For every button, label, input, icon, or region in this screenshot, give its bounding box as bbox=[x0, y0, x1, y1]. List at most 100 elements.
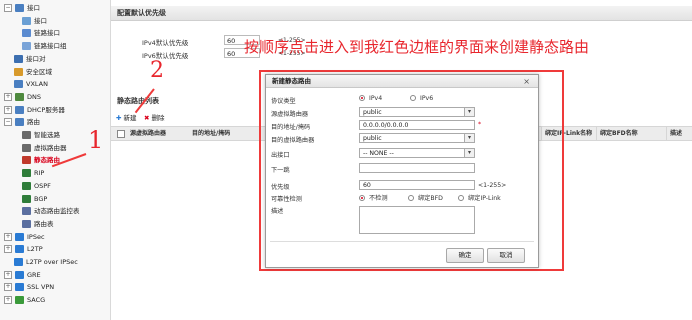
sidebar-item[interactable]: + SSL VPN bbox=[4, 282, 54, 292]
rip-icon bbox=[22, 169, 31, 178]
smart-route-icon bbox=[22, 131, 31, 139]
sidebar-item[interactable]: + SACG bbox=[4, 295, 45, 305]
interface-icon bbox=[22, 16, 31, 25]
l2tp-ipsec-icon bbox=[14, 258, 23, 266]
interface-pair-icon bbox=[14, 54, 23, 63]
col-bfd[interactable]: 绑定BFD名称 bbox=[596, 127, 655, 140]
description-textarea[interactable] bbox=[359, 206, 475, 234]
sidebar-item-label: DHCP服务器 bbox=[27, 105, 65, 114]
col-dest-mask[interactable]: 目的地址/掩码 bbox=[189, 127, 262, 140]
sidebar-item-label: 路由表 bbox=[34, 219, 54, 228]
sidebar-item-label: L2TP bbox=[27, 245, 43, 254]
priority-input[interactable]: 60 bbox=[359, 180, 475, 190]
expand-icon[interactable]: + bbox=[4, 232, 12, 241]
ipsec-icon bbox=[15, 232, 24, 241]
sidebar-item[interactable]: + DNS bbox=[4, 92, 41, 102]
sidebar-item[interactable]: − 路由 bbox=[4, 117, 40, 127]
src-router-select[interactable]: public ▾ bbox=[359, 107, 475, 117]
step-1-number: 1 bbox=[88, 126, 104, 154]
chevron-down-icon: ▾ bbox=[464, 108, 474, 116]
cancel-button[interactable]: 取消 bbox=[487, 248, 525, 263]
expand-icon[interactable]: + bbox=[4, 296, 12, 305]
sidebar-item[interactable]: OSPF bbox=[22, 181, 51, 191]
sidebar-item-label: IPSec bbox=[27, 232, 45, 241]
sidebar: − 接口 接口 链路接口 链路接口组 接口对 安全区域 VXLAN + DNS + DHCP服务器 − 路… bbox=[0, 0, 111, 320]
route-icon bbox=[15, 118, 24, 127]
sidebar-item[interactable]: BGP bbox=[22, 194, 47, 204]
reliability-label: 可靠性检测 bbox=[271, 196, 302, 203]
required-mark: * bbox=[478, 121, 482, 128]
radio-unchecked-icon bbox=[408, 195, 414, 201]
priority-label: 优先级 bbox=[271, 184, 290, 191]
radio-unchecked-icon bbox=[410, 95, 416, 101]
ipv6-priority-label: IPv6默认优先级 bbox=[142, 52, 189, 60]
static-route-icon bbox=[22, 156, 31, 165]
ok-button[interactable]: 确定 bbox=[446, 248, 484, 263]
expand-icon[interactable]: + bbox=[4, 105, 12, 114]
sidebar-item[interactable]: + GRE bbox=[4, 270, 41, 280]
col-desc[interactable]: 描述 bbox=[666, 127, 692, 140]
sidebar-item[interactable]: 链路接口组 bbox=[22, 41, 67, 51]
sidebar-item[interactable]: VXLAN bbox=[4, 79, 48, 89]
sidebar-item[interactable]: 接口对 bbox=[4, 54, 46, 64]
sidebar-item-label: 智能选路 bbox=[34, 131, 60, 139]
sacg-icon bbox=[15, 296, 24, 305]
expand-icon[interactable]: + bbox=[4, 283, 12, 292]
sidebar-item[interactable]: − 接口 bbox=[4, 3, 40, 13]
next-hop-input[interactable] bbox=[359, 163, 475, 173]
protocol-label: 协议类型 bbox=[271, 98, 296, 105]
sidebar-item[interactable]: 路由表 bbox=[22, 219, 54, 229]
sidebar-item[interactable]: 动态路由监控表 bbox=[22, 206, 80, 216]
sidebar-item-label: SACG bbox=[27, 296, 46, 305]
l2tp-icon bbox=[15, 245, 24, 254]
sidebar-item[interactable]: 智能选路 bbox=[22, 130, 60, 140]
sidebar-item[interactable]: 安全区域 bbox=[4, 67, 52, 77]
close-icon[interactable]: × bbox=[523, 75, 530, 88]
sidebar-item-label: L2TP over IPSec bbox=[26, 258, 78, 266]
link-group-icon bbox=[22, 42, 31, 51]
chevron-down-icon: ▾ bbox=[464, 134, 474, 142]
sidebar-item-label: GRE bbox=[27, 270, 41, 279]
new-button[interactable]: ✚ 新建 bbox=[116, 112, 137, 122]
dest-mask-input[interactable]: 0.0.0.0/0.0.0.0 bbox=[359, 120, 475, 130]
sidebar-item[interactable]: 链路接口 bbox=[22, 28, 60, 38]
link-icon bbox=[22, 29, 31, 38]
sidebar-item-label: OSPF bbox=[34, 181, 51, 190]
radio-checked-icon bbox=[359, 195, 365, 201]
ipv4-priority-label: IPv4默认优先级 bbox=[142, 39, 189, 47]
protocol-ipv6-radio[interactable]: IPv6 bbox=[410, 95, 433, 102]
dest-router-label: 目的虚拟路由器 bbox=[271, 137, 315, 144]
egress-interface-select[interactable]: -- NONE -- ▾ bbox=[359, 148, 475, 158]
radio-checked-icon bbox=[359, 95, 365, 101]
sidebar-item[interactable]: + L2TP bbox=[4, 244, 43, 254]
sidebar-item[interactable]: 接口 bbox=[22, 16, 47, 26]
delete-button[interactable]: ✖ 删除 bbox=[144, 112, 165, 122]
sidebar-item[interactable]: + IPSec bbox=[4, 232, 45, 242]
reliability-iplink-radio[interactable]: 绑定IP-Link bbox=[458, 193, 501, 202]
protocol-ipv4-radio[interactable]: IPv4 bbox=[359, 95, 382, 102]
sidebar-item[interactable]: 虚拟路由器 bbox=[22, 143, 67, 153]
route-table-icon bbox=[22, 219, 31, 228]
expand-icon[interactable]: + bbox=[4, 270, 12, 279]
description-label: 描述 bbox=[271, 208, 284, 215]
radio-unchecked-icon bbox=[458, 195, 464, 201]
sidebar-item-label: RIP bbox=[34, 169, 45, 178]
expand-icon[interactable]: + bbox=[4, 92, 12, 101]
sidebar-item[interactable]: RIP bbox=[22, 168, 44, 178]
sidebar-item[interactable]: + DHCP服务器 bbox=[4, 105, 65, 115]
dhcp-icon bbox=[15, 105, 24, 114]
collapse-icon[interactable]: − bbox=[4, 4, 12, 12]
sidebar-item-label: 路由 bbox=[27, 118, 40, 127]
dns-icon bbox=[15, 92, 24, 101]
collapse-icon[interactable]: − bbox=[4, 118, 12, 127]
dest-router-select[interactable]: public ▾ bbox=[359, 133, 475, 143]
vxlan-icon bbox=[14, 80, 23, 89]
chevron-down-icon: ▾ bbox=[464, 149, 474, 157]
reliability-bfd-radio[interactable]: 绑定BFD bbox=[408, 193, 443, 202]
sidebar-item[interactable]: L2TP over IPSec bbox=[4, 257, 78, 267]
reliability-none-radio[interactable]: 不检测 bbox=[359, 193, 388, 202]
select-all-checkbox[interactable] bbox=[117, 130, 125, 138]
col-src-router[interactable]: 源虚拟路由器 bbox=[127, 127, 188, 140]
expand-icon[interactable]: + bbox=[4, 245, 12, 254]
dialog-divider bbox=[270, 241, 534, 242]
